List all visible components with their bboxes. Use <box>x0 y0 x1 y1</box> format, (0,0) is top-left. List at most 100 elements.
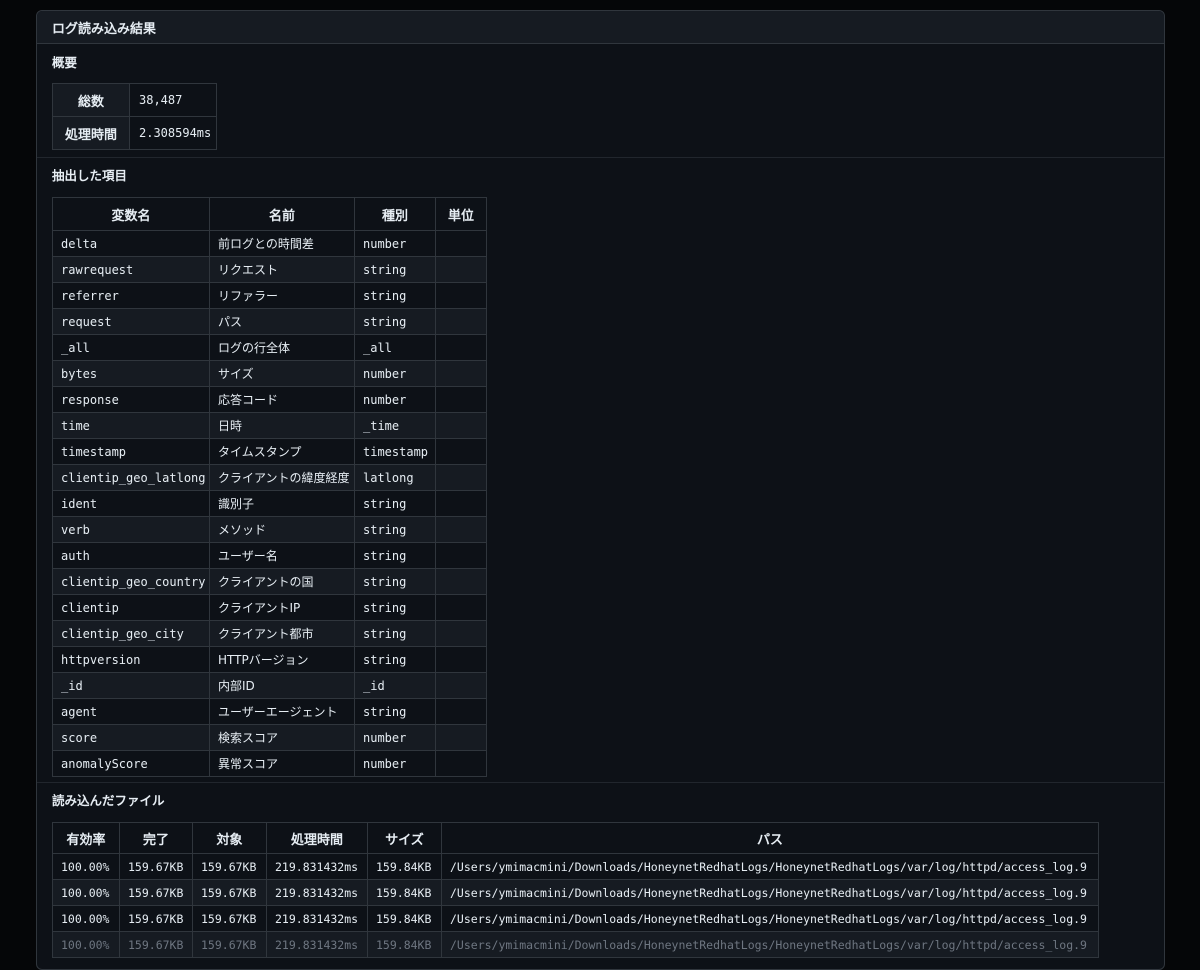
column-header: 種別 <box>354 197 436 231</box>
table-cell: clientip_geo_country <box>52 568 210 595</box>
table-cell: クライアント都市 <box>209 620 355 647</box>
table-cell: HTTPバージョン <box>209 646 355 673</box>
file-path-cell: /Users/ymimacmini/Downloads/HoneynetRedh… <box>441 853 1099 880</box>
table-cell: clientip_geo_latlong <box>52 464 210 491</box>
summary-value: 2.308594ms <box>129 116 217 150</box>
table-cell <box>435 256 487 283</box>
table-cell <box>435 438 487 465</box>
table-cell: 100.00% <box>52 931 120 958</box>
file-path-cell: /Users/ymimacmini/Downloads/HoneynetRedh… <box>441 931 1099 958</box>
table-cell: _all <box>52 334 210 361</box>
table-cell: string <box>354 542 436 569</box>
table-row: _all ログの行全体 _all <box>52 334 487 361</box>
table-row: request パス string <box>52 308 487 335</box>
table-cell: 159.67KB <box>119 853 193 880</box>
files-table: 有効率 完了 対象 処理時間 サイズ パス 100.00% 159.67KB 159… <box>52 822 1099 958</box>
table-cell: string <box>354 490 436 517</box>
table-cell: number <box>354 750 436 777</box>
file-path-cell: /Users/ymimacmini/Downloads/HoneynetRedh… <box>441 905 1099 932</box>
table-cell: number <box>354 360 436 387</box>
table-cell: 219.831432ms <box>266 931 368 958</box>
table-cell: anomalyScore <box>52 750 210 777</box>
file-path-cell: /Users/ymimacmini/Downloads/HoneynetRedh… <box>441 879 1099 906</box>
fields-section: 抽出した項目 変数名 名前 種別 単位 delta 前ログとの時間差 number r… <box>37 158 1164 783</box>
table-cell: 異常スコア <box>209 750 355 777</box>
table-cell: ログの行全体 <box>209 334 355 361</box>
table-row: anomalyScore 異常スコア number <box>52 750 487 777</box>
table-cell: string <box>354 620 436 647</box>
table-cell <box>435 490 487 517</box>
summary-row-total: 総数 38,487 <box>52 83 217 117</box>
column-header: 有効率 <box>52 822 120 854</box>
table-cell: httpversion <box>52 646 210 673</box>
table-cell: パス <box>209 308 355 335</box>
table-cell: time <box>52 412 210 439</box>
table-cell: string <box>354 646 436 673</box>
table-row: rawrequest リクエスト string <box>52 256 487 283</box>
table-cell: verb <box>52 516 210 543</box>
summary-value: 38,487 <box>129 83 217 117</box>
fields-header-row: 変数名 名前 種別 単位 <box>52 197 487 231</box>
table-cell: 100.00% <box>52 879 120 906</box>
table-row: agent ユーザーエージェント string <box>52 698 487 725</box>
table-cell: クライアントの国 <box>209 568 355 595</box>
table-cell: _id <box>52 672 210 699</box>
table-cell: 159.67KB <box>192 879 267 906</box>
table-row: clientip_geo_city クライアント都市 string <box>52 620 487 647</box>
table-row: clientip_geo_latlong クライアントの緯度経度 latlong <box>52 464 487 491</box>
column-header: 変数名 <box>52 197 210 231</box>
table-row: timestamp タイムスタンプ timestamp <box>52 438 487 465</box>
table-cell: string <box>354 282 436 309</box>
table-cell: clientip_geo_city <box>52 620 210 647</box>
table-cell: 日時 <box>209 412 355 439</box>
column-header: 単位 <box>435 197 487 231</box>
table-row: verb メソッド string <box>52 516 487 543</box>
table-cell: delta <box>52 230 210 257</box>
table-row: clientip_geo_country クライアントの国 string <box>52 568 487 595</box>
table-cell: タイムスタンプ <box>209 438 355 465</box>
table-cell <box>435 308 487 335</box>
table-cell: リクエスト <box>209 256 355 283</box>
table-cell: _all <box>354 334 436 361</box>
table-cell: サイズ <box>209 360 355 387</box>
table-cell: 100.00% <box>52 853 120 880</box>
table-cell: rawrequest <box>52 256 210 283</box>
table-cell: number <box>354 230 436 257</box>
table-cell: 159.67KB <box>192 931 267 958</box>
table-cell: 前ログとの時間差 <box>209 230 355 257</box>
table-row: bytes サイズ number <box>52 360 487 387</box>
table-cell: auth <box>52 542 210 569</box>
table-cell <box>435 334 487 361</box>
table-cell <box>435 620 487 647</box>
column-header: パス <box>441 822 1099 854</box>
table-cell <box>435 282 487 309</box>
table-cell <box>435 360 487 387</box>
table-cell: クライアントの緯度経度 <box>209 464 355 491</box>
table-cell: メソッド <box>209 516 355 543</box>
files-header-row: 有効率 完了 対象 処理時間 サイズ パス <box>52 822 1099 854</box>
table-cell: ユーザー名 <box>209 542 355 569</box>
table-row: httpversion HTTPバージョン string <box>52 646 487 673</box>
table-cell: 159.84KB <box>367 931 442 958</box>
table-row: response 応答コード number <box>52 386 487 413</box>
table-cell: clientip <box>52 594 210 621</box>
table-cell: string <box>354 698 436 725</box>
table-row: 100.00% 159.67KB 159.67KB 219.831432ms 159.8… <box>52 853 1099 880</box>
table-cell <box>435 594 487 621</box>
table-cell: クライアントIP <box>209 594 355 621</box>
summary-table: 総数 38,487 処理時間 2.308594ms <box>52 83 217 150</box>
table-cell: 159.84KB <box>367 879 442 906</box>
table-cell: ident <box>52 490 210 517</box>
table-cell <box>435 672 487 699</box>
table-cell: string <box>354 594 436 621</box>
files-section: 読み込んだファイル 有効率 完了 対象 処理時間 サイズ パス 100.00% 1… <box>37 783 1164 958</box>
table-cell: number <box>354 724 436 751</box>
table-cell: _id <box>354 672 436 699</box>
summary-section: 概要 総数 38,487 処理時間 2.308594ms <box>37 44 1164 158</box>
table-cell: latlong <box>354 464 436 491</box>
table-row: 100.00% 159.67KB 159.67KB 219.831432ms 159.8… <box>52 905 1099 932</box>
table-cell <box>435 516 487 543</box>
table-cell: timestamp <box>354 438 436 465</box>
table-row: score 検索スコア number <box>52 724 487 751</box>
log-result-panel: ログ読み込み結果 概要 総数 38,487 処理時間 2.308594ms 抽出… <box>36 10 1165 970</box>
